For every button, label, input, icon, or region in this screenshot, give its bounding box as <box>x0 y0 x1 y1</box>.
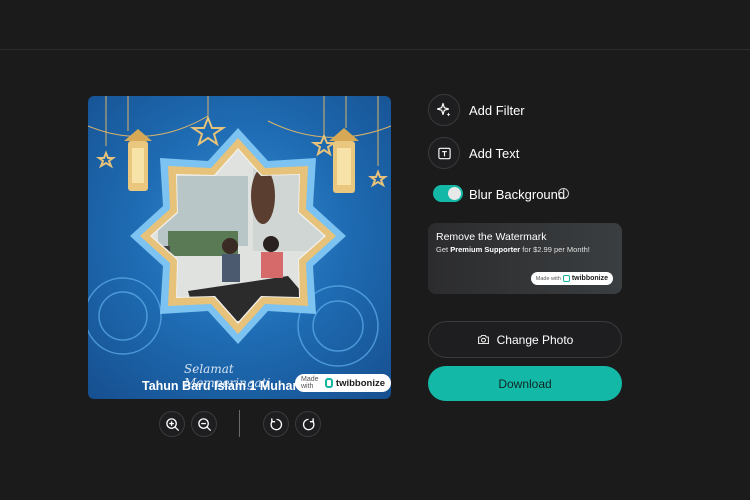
top-bar <box>0 0 750 50</box>
blur-background-label: Blur Background <box>469 187 566 202</box>
rotate-left-button[interactable] <box>263 411 289 437</box>
promo-badge-prefix: Made with <box>535 275 561 282</box>
twibbonize-logo-icon <box>562 275 570 282</box>
zoom-out-icon <box>197 417 211 431</box>
add-text-button[interactable] <box>428 137 460 169</box>
change-photo-label: Change Photo <box>496 332 574 347</box>
twibbon-frame-art <box>88 96 391 367</box>
sparkle-icon <box>436 102 451 117</box>
rotate-right-button[interactable] <box>295 411 321 437</box>
zoom-in-icon <box>165 417 179 431</box>
download-label: Download <box>498 376 552 391</box>
controls-divider <box>239 410 240 437</box>
add-text-label[interactable]: Add Text <box>469 146 519 161</box>
add-filter-button[interactable] <box>428 94 460 126</box>
twibbonize-logo-icon <box>324 378 333 388</box>
remove-watermark-promo[interactable]: Remove the Watermark Get Premium Support… <box>428 223 622 294</box>
photo-preview[interactable]: Selamat Memperingati Tahun Baru Islam 1 … <box>88 96 391 399</box>
zoom-in-button[interactable] <box>159 411 185 437</box>
toggle-knob <box>448 187 461 200</box>
download-button[interactable]: Download <box>428 366 622 401</box>
promo-subtitle: Get Premium Supporter for $2.99 per Mont… <box>436 245 590 254</box>
add-filter-label[interactable]: Add Filter <box>469 103 525 118</box>
watermark-badge: Made with twibbonize <box>295 374 391 392</box>
promo-title: Remove the Watermark <box>436 231 547 243</box>
promo-sub-prefix: Get <box>436 245 451 254</box>
rotate-left-icon <box>270 417 282 430</box>
camera-icon <box>477 334 489 345</box>
watermark-brand: twibbonize <box>335 377 385 389</box>
promo-watermark-badge: Made with twibbonize <box>530 272 613 285</box>
rotate-right-icon <box>302 417 314 430</box>
promo-badge-brand: twibbonize <box>571 275 608 282</box>
promo-sub-bold: Premium Supporter <box>450 245 521 254</box>
promo-sub-suffix: for $2.99 per Month! <box>520 245 590 254</box>
zoom-out-button[interactable] <box>191 411 217 437</box>
info-icon[interactable]: i <box>558 188 569 199</box>
blur-background-toggle[interactable] <box>433 185 463 202</box>
change-photo-button[interactable]: Change Photo <box>428 321 622 358</box>
watermark-prefix: Made with <box>301 376 319 390</box>
text-box-icon <box>437 147 451 159</box>
